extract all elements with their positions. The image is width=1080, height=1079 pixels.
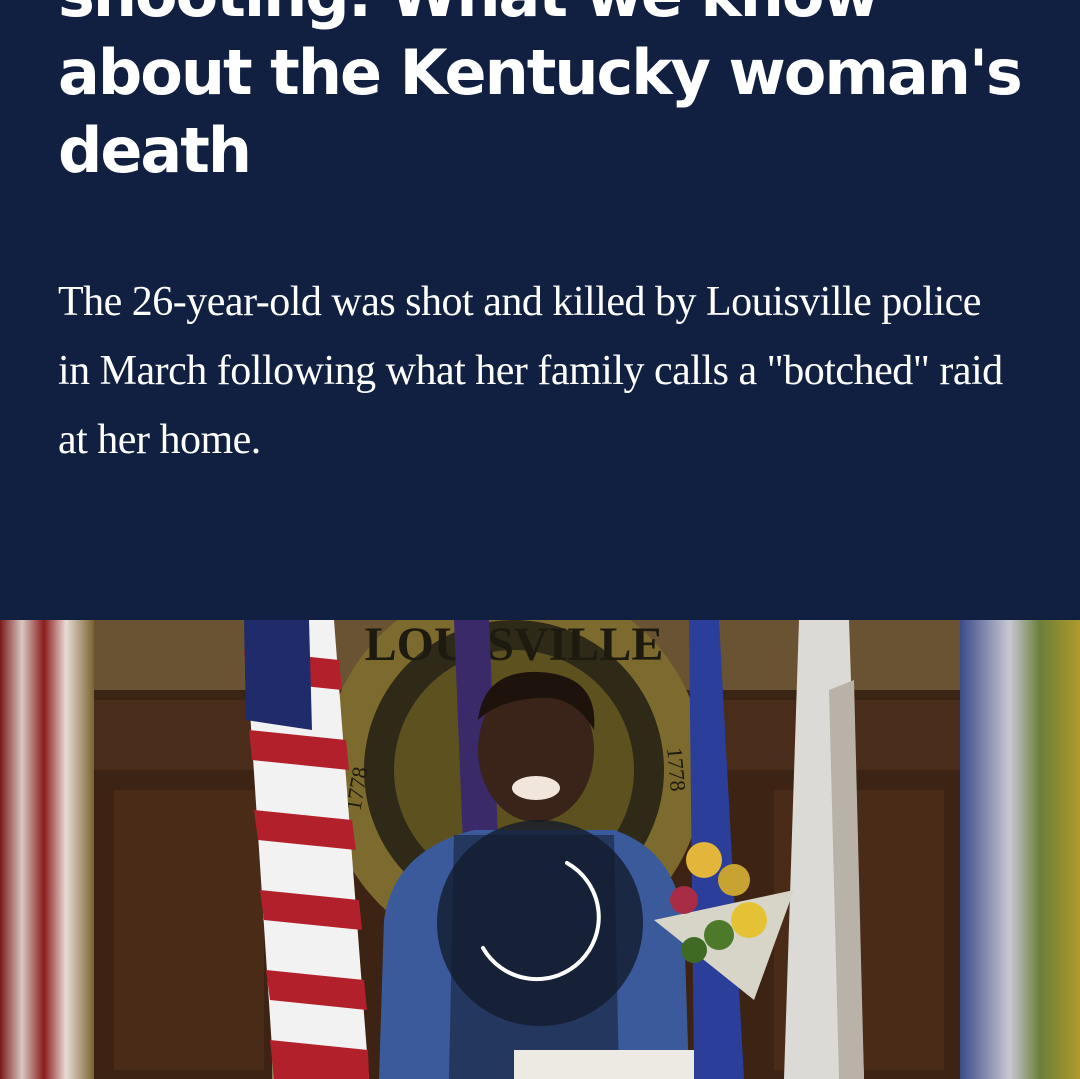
seal-year-right: 1778	[662, 746, 691, 792]
article-page: shooting: What we know about the Kentuck…	[0, 0, 1080, 1079]
article-headline: shooting: What we know about the Kentuck…	[58, 0, 1023, 187]
article-dek: The 26-year-old was shot and killed by L…	[58, 279, 1003, 463]
seal-text: LOUISVILLE	[365, 620, 664, 671]
loading-spinner	[437, 820, 643, 1026]
video-player[interactable]: LOUISVILLE 1778 1778	[0, 620, 1080, 1079]
loading-spinner-icon	[481, 861, 601, 982]
article-header: shooting: What we know about the Kentuck…	[0, 0, 1080, 620]
